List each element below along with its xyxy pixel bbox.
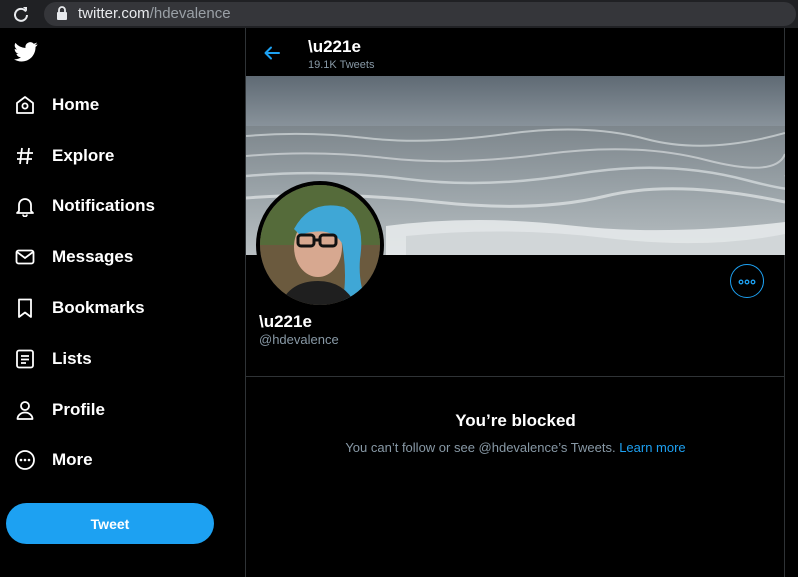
more-options-button[interactable] xyxy=(730,264,764,298)
nav-item-more[interactable]: More xyxy=(0,440,230,480)
profile-header: \u221e 19.1K Tweets xyxy=(246,28,784,76)
profile-column: \u221e 19.1K Tweets \u221e @hdevalence Y… xyxy=(245,28,785,577)
nav-item-messages[interactable]: Messages xyxy=(0,237,230,277)
list-icon xyxy=(13,347,37,371)
nav-label-bookmarks: Bookmarks xyxy=(52,298,145,317)
url-host: twitter.com xyxy=(78,5,150,22)
profile-handle: @hdevalence xyxy=(259,332,339,347)
nav-label-explore: Explore xyxy=(52,146,115,165)
nav-item-explore[interactable]: Explore xyxy=(0,136,230,176)
reload-icon[interactable] xyxy=(12,5,30,23)
envelope-icon xyxy=(13,245,37,269)
twitter-logo-icon[interactable] xyxy=(14,42,40,66)
learn-more-link[interactable]: Learn more xyxy=(619,440,685,455)
header-display-name: \u221e xyxy=(308,37,361,56)
bookmark-icon xyxy=(13,296,37,320)
blocked-message-row: You can’t follow or see @hdevalence’s Tw… xyxy=(246,440,785,455)
hashtag-icon xyxy=(13,144,37,168)
nav-label-more: More xyxy=(52,450,93,469)
blocked-title: You’re blocked xyxy=(455,411,576,430)
person-icon xyxy=(13,398,37,422)
nav-item-profile[interactable]: Profile xyxy=(0,390,230,430)
tweet-button[interactable]: Tweet xyxy=(6,503,214,544)
header-tweet-count: 19.1K Tweets xyxy=(308,59,375,71)
sidebar-nav: Home Explore Notifications Messages Book… xyxy=(0,28,245,577)
nav-label-profile: Profile xyxy=(52,400,105,419)
nav-label-notifications: Notifications xyxy=(52,196,155,215)
nav-item-notifications[interactable]: Notifications xyxy=(0,186,230,226)
blocked-message: You can’t follow or see @hdevalence’s Tw… xyxy=(345,440,616,455)
nav-item-lists[interactable]: Lists xyxy=(0,339,230,379)
browser-toolbar: twitter.com/hdevalence xyxy=(0,0,798,28)
nav-item-bookmarks[interactable]: Bookmarks xyxy=(0,288,230,328)
lock-icon xyxy=(56,6,70,22)
avatar[interactable] xyxy=(256,181,384,309)
url-text[interactable]: twitter.com/hdevalence xyxy=(78,5,231,22)
more-dots-icon xyxy=(738,272,756,290)
nav-item-home[interactable]: Home xyxy=(0,85,230,125)
bell-icon xyxy=(13,194,37,218)
divider xyxy=(246,376,785,377)
nav-label-messages: Messages xyxy=(52,247,134,266)
nav-label-lists: Lists xyxy=(52,349,92,368)
profile-display-name: \u221e xyxy=(259,312,312,331)
nav-label-home: Home xyxy=(52,95,100,114)
back-arrow-icon[interactable] xyxy=(262,43,282,63)
more-circle-icon xyxy=(13,448,37,472)
url-path: /hdevalence xyxy=(149,5,231,22)
home-icon xyxy=(13,93,37,117)
